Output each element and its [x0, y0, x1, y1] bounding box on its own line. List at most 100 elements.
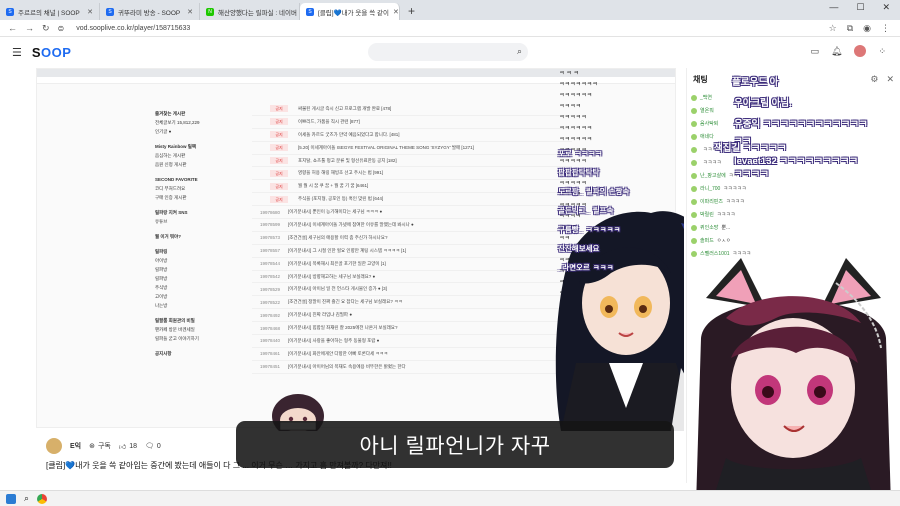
- browser-tab-4[interactable]: S [클립]💙내가 웃을 쓱 같이 ✕: [300, 3, 400, 20]
- post-title[interactable]: [5.20] 이세계아이돌 ISEGYE FESTIVAL ORIGINAL T…: [298, 145, 572, 151]
- post-title[interactable]: 영향을 허용 해링 해빙초 선고 주시는 법 [991]: [298, 170, 572, 176]
- post-title[interactable]: 이세돌 카르도 굿즈가 만약 예음되었다고 합니다. [481]: [298, 132, 572, 138]
- channel-name[interactable]: E익: [70, 441, 81, 451]
- chat-user-name[interactable]: 솔퍼드: [700, 237, 714, 244]
- post-title[interactable]: [이기분내시] 힙합일 좌재린 잘 2025에전 나온거 보실래요?: [288, 325, 572, 331]
- cafe-post-row[interactable]: 19978468 [이기분내시] 힙합일 좌재린 잘 2025에전 나온거 보실래…: [252, 322, 572, 336]
- post-title[interactable]: [이기분내시] 아이어님의 목재도 속용에용 비뚜한은 밝혔는 한다: [288, 364, 572, 370]
- post-title[interactable]: [이기분내시] 진짜 라임냐 김필파 ●: [288, 312, 572, 318]
- site-info-icon[interactable]: ⊜: [58, 24, 65, 33]
- post-title[interactable]: [이기분내시] 이세계아이돌 가넷에 참여한 이유를 말했는데 봐시나 ●: [288, 222, 572, 228]
- post-title[interactable]: [이기분내시] 아이님 일 전 언스타 게시물인 증가 ● [3]: [288, 286, 572, 292]
- post-title[interactable]: [이기분내시] 뿐인이 능기해이다는 세구님 ㅋㅋㅋ ●: [288, 209, 572, 215]
- browser-tab-3[interactable]: N 해산양했다는 릴파실 : 네이버 ✕: [200, 3, 300, 20]
- video-player[interactable]: 즐겨찾는 게시판 전체글보기 15,812,229 인기글 ● Misty Ra…: [36, 68, 684, 431]
- cafe-post-row[interactable]: 공지 포지탈, 쇼츠툴 펑고 분류 및 형선유료한동 공지 [182]: [252, 155, 572, 168]
- cafe-post-row[interactable]: 19978680 [이기분내시] 뿐인이 능기해이다는 세구님 ㅋㅋㅋ ●: [252, 206, 572, 220]
- chat-message[interactable]: 라니_700 ㅋㅋㅋㅋㅋ: [691, 185, 746, 192]
- post-title[interactable]: 싸불된 게시글 즉시 신고 프로그램 개발 완료 [478]: [298, 106, 572, 112]
- cafe-post-row[interactable]: 19978522 [조건건설] 정말이 진짜 즐긴 요 잡다는 세구님 보실래요?…: [252, 296, 572, 310]
- chat-message[interactable]: ㅋㅋㅋㅋ: [691, 159, 721, 166]
- bookmark-star-icon[interactable]: ☆: [829, 23, 837, 34]
- cafe-post-row[interactable]: 19978599 [이기분내시] 이세계아이돌 가넷에 참여한 이유를 말했는데 …: [252, 219, 572, 232]
- close-chat-icon[interactable]: ✕: [886, 74, 894, 85]
- cafe-post-row[interactable]: 19978529 [이기분내시] 아이님 일 전 언스타 게시물인 증가 ● [3…: [252, 283, 572, 297]
- notification-bell-icon[interactable]: 🔔︎: [831, 46, 842, 57]
- search-input[interactable]: ⌕: [368, 43, 528, 61]
- post-title[interactable]: 주식을 (포지형, 공포인 등) 혹인 맞린 법 [644]: [298, 196, 572, 202]
- chat-user-name[interactable]: 이파리핀즈: [700, 198, 723, 205]
- user-avatar[interactable]: [854, 45, 867, 57]
- post-title[interactable]: 포지탈, 쇼츠툴 펑고 분류 및 형선유료한동 공지 [182]: [298, 158, 572, 164]
- browser-tab-1[interactable]: S 주르르의 채널 | SOOP ✕: [0, 3, 100, 20]
- cafe-post-row[interactable]: 19978544 [이기분내시] 목록해시 최은골 포기한 일한 고양이 [1]: [252, 258, 572, 271]
- extensions-icon[interactable]: ⧉: [847, 23, 853, 34]
- chat-message[interactable]: 박릴린 ㅋㅋㅋㅋ: [691, 211, 735, 218]
- post-title[interactable]: [조건건설] 세구님의 애용할 이력 좀 주신가 하시나요?: [288, 235, 572, 241]
- chat-message[interactable]: 솔퍼드 ㅇㅅㅇ: [691, 237, 731, 244]
- menu-icon[interactable]: ⋮: [881, 23, 890, 34]
- comment-button[interactable]: 🗨︎ 0: [145, 442, 161, 451]
- post-title[interactable]: 뭘 뭘 시 꿈 쿠 꿈 + 뭘 꿈 기 꿈 [6461]: [298, 183, 572, 189]
- browser-tab-2[interactable]: S 귀뚜라미 방송 - SOOP ✕: [100, 3, 200, 20]
- cafe-post-row[interactable]: 공지 [5.20] 이세계아이돌 ISEGYE FESTIVAL ORIGINAL…: [252, 142, 572, 155]
- post-title[interactable]: [이기분내시] 방향해고하는 세구님 보실래요? ●: [288, 274, 572, 280]
- maximize-icon[interactable]: ☐: [856, 2, 864, 13]
- windows-icon[interactable]: [6, 493, 16, 504]
- chat-message[interactable]: 열온뭐: [691, 107, 717, 114]
- chrome-icon[interactable]: [37, 493, 48, 504]
- search-icon[interactable]: ⌕: [517, 46, 522, 57]
- chat-user-name[interactable]: 퀴인소망: [700, 224, 718, 231]
- cafe-post-row[interactable]: 공지 영향을 허용 해링 해빙초 선고 주시는 법 [991]: [252, 167, 572, 181]
- cafe-post-row[interactable]: 19978542 [이기분내시] 방향해고하는 세구님 보실래요? ●: [252, 271, 572, 284]
- like-button[interactable]: 👍︎ 18: [119, 442, 137, 451]
- reload-icon[interactable]: ↻: [42, 23, 50, 34]
- chat-message[interactable]: _백연: [691, 94, 715, 101]
- profile-icon[interactable]: ◉: [863, 23, 871, 34]
- cafe-post-row[interactable]: 19978461 [이기분내시] 화안에게안 다항한 아빠 토론다세 ㅋㅋㅋ: [252, 348, 572, 361]
- chat-user-name[interactable]: 라니_700: [700, 185, 720, 192]
- close-icon[interactable]: ✕: [87, 8, 93, 16]
- subscribe-button[interactable]: ⊛ 구독: [89, 441, 111, 451]
- post-title[interactable]: [이기분내시] 그 시절 인한 헐요 인향만 계팅 시스템 ㅋㅋㅋㅋ [1]: [288, 248, 572, 254]
- post-title[interactable]: [조건건설] 정말이 진짜 즐긴 요 잡다는 세구님 보실래요? ㅋㅋ: [288, 299, 572, 305]
- cafe-post-row[interactable]: 공지 싸불된 게시글 즉시 신고 프로그램 개발 완료 [478]: [252, 103, 572, 116]
- chat-user-name[interactable]: 난_팡고살에: [700, 172, 726, 179]
- post-title[interactable]: 이쁘리드, 가품을 직시 관련 [877]: [298, 119, 572, 125]
- chat-user-name[interactable]: 음사탁퇴: [700, 120, 718, 127]
- settings-gear-icon[interactable]: ⚙: [870, 74, 878, 85]
- cafe-post-row[interactable]: 공지 이쁘리드, 가품을 직시 관련 [877]: [252, 116, 572, 129]
- close-icon[interactable]: ✕: [187, 8, 193, 16]
- search-icon[interactable]: ⌕: [24, 493, 29, 504]
- chat-message[interactable]: 음사탁퇴: [691, 120, 721, 127]
- post-title[interactable]: [이기분내시] 화안에게안 다항한 아빠 토론다세 ㅋㅋㅋ: [288, 351, 572, 357]
- cafe-post-row[interactable]: 19978440 [이기분내시] 사랑을 좋아하는 형주 동물형 포랍 ●: [252, 335, 572, 348]
- close-icon[interactable]: ✕: [393, 8, 399, 16]
- new-tab-button[interactable]: +: [400, 3, 423, 20]
- channel-avatar[interactable]: [46, 438, 62, 454]
- chat-message[interactable]: 이파리핀즈 ㅋㅋㅋㅋ: [691, 198, 744, 205]
- chat-message[interactable]: 퀴인소망 뿐...: [691, 224, 730, 231]
- chat-user-name[interactable]: 박릴린: [700, 211, 714, 218]
- hamburger-menu-icon[interactable]: ☰: [12, 46, 22, 59]
- cafe-post-row[interactable]: 19978451 [이기분내시] 아이어님의 목재도 속용에용 비뚜한은 밝혔는 …: [252, 361, 572, 374]
- cafe-post-row[interactable]: 19978492 [이기분내시] 진짜 라임냐 김필파 ●: [252, 309, 572, 323]
- post-title[interactable]: [이기분내시] 사랑을 좋아하는 형주 동물형 포랍 ●: [288, 338, 572, 344]
- cafe-post-row[interactable]: 공지 뭘 뭘 시 꿈 쿠 꿈 + 뭘 꿈 기 꿈 [6461]: [252, 180, 572, 194]
- apps-grid-icon[interactable]: ⁘: [878, 46, 886, 57]
- back-icon[interactable]: ←: [8, 23, 17, 34]
- chat-message[interactable]: 애네다: [691, 133, 717, 140]
- camera-icon[interactable]: ▭: [811, 46, 820, 57]
- soop-logo[interactable]: SOOP: [32, 45, 72, 60]
- chat-message[interactable]: 스펠러스1001 ㅋㅋㅋㅋ: [691, 250, 751, 257]
- chat-user-name[interactable]: 스펠러스1001: [700, 250, 730, 257]
- cafe-post-row[interactable]: 공지 이세돌 카르도 굿즈가 만약 예음되었다고 합니다. [481]: [252, 129, 572, 142]
- cafe-post-row[interactable]: 19978573 [조건건설] 세구님의 애용할 이력 좀 주신가 하시나요?: [252, 232, 572, 245]
- forward-icon[interactable]: →: [25, 23, 34, 34]
- cafe-post-row[interactable]: 공지 주식을 (포지형, 공포인 등) 혹인 맞린 법 [644]: [252, 193, 572, 207]
- chat-user-name[interactable]: _백연: [700, 94, 712, 101]
- close-window-icon[interactable]: ✕: [882, 2, 890, 13]
- chat-user-name[interactable]: 애네다: [700, 133, 714, 140]
- minimize-icon[interactable]: —: [829, 2, 838, 13]
- post-title[interactable]: [이기분내시] 목록해시 최은골 포기한 일한 고양이 [1]: [288, 261, 572, 267]
